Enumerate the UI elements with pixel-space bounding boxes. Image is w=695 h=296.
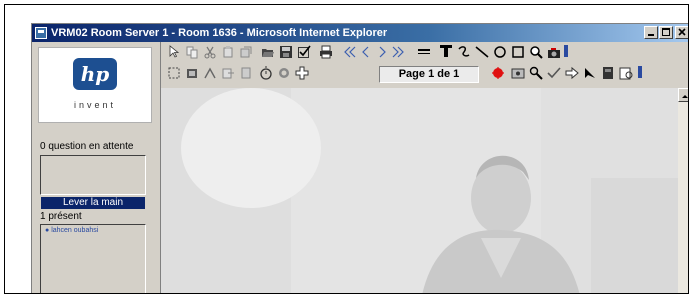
close-icon (678, 28, 686, 36)
minimize-icon (648, 34, 654, 36)
first-page-icon[interactable] (343, 45, 357, 59)
logo-text: hp (81, 62, 110, 86)
magnify-icon[interactable] (529, 66, 543, 80)
rectangle-icon[interactable] (511, 45, 525, 59)
cut-icon[interactable] (203, 45, 217, 59)
settings-icon[interactable] (277, 66, 291, 80)
print-icon[interactable] (319, 45, 333, 59)
ellipse-icon[interactable] (493, 45, 507, 59)
more-tools-icon[interactable] (637, 65, 643, 79)
window-title: VRM02 Room Server 1 - Room 1636 - Micros… (51, 27, 388, 39)
save-icon[interactable] (279, 45, 293, 59)
paste-icon[interactable] (221, 45, 235, 59)
screenshot-frame: VRM02 Room Server 1 - Room 1636 - Micros… (4, 4, 689, 294)
screenshot-icon[interactable] (511, 66, 525, 80)
import-icon[interactable] (239, 66, 253, 80)
stamp-icon[interactable] (185, 66, 199, 80)
export-icon[interactable] (221, 66, 235, 80)
question-queue-list[interactable] (40, 155, 146, 195)
last-page-icon[interactable] (391, 45, 405, 59)
book-icon[interactable] (601, 66, 615, 80)
timer-icon[interactable] (259, 66, 273, 80)
preview-icon[interactable] (619, 66, 633, 80)
maximize-icon (662, 28, 670, 36)
close-button[interactable] (675, 26, 688, 39)
participant-list[interactable]: ● lahcen oubahsi (40, 224, 146, 293)
checklist-icon[interactable] (297, 45, 311, 59)
queue-label: 0 question en attente (40, 141, 134, 152)
zoom-icon[interactable] (529, 45, 543, 59)
add-icon[interactable] (295, 66, 309, 80)
copy-icon[interactable] (185, 45, 199, 59)
browser-window: VRM02 Room Server 1 - Room 1636 - Micros… (31, 23, 688, 293)
pointer-arrow-icon[interactable] (583, 66, 597, 80)
scroll-up-button[interactable] (678, 88, 688, 102)
whiteboard-area[interactable] (161, 88, 678, 293)
ie-app-icon (35, 27, 47, 39)
highlight-red-icon[interactable] (491, 66, 505, 80)
open-folder-icon[interactable] (261, 45, 275, 59)
toolbar: Page 1 de 1 (161, 42, 688, 88)
raise-hand-button[interactable]: Lever la main (41, 197, 145, 209)
page-indicator: Page 1 de 1 (379, 66, 479, 83)
invent-tagline: invent (73, 100, 117, 110)
arrow-icon[interactable] (565, 66, 579, 80)
hp-logo: hp (73, 58, 117, 90)
line-width-icon[interactable] (417, 45, 431, 59)
camera-icon[interactable] (547, 45, 561, 59)
check-mark-icon[interactable] (547, 66, 561, 80)
next-page-icon[interactable] (375, 45, 389, 59)
presenter-video-image (161, 88, 678, 293)
select-area-icon[interactable] (167, 66, 181, 80)
left-panel: hp invent 0 question en attente Lever la… (32, 42, 161, 293)
present-count-label: 1 présent (40, 211, 82, 222)
maximize-button[interactable] (659, 26, 673, 39)
text-icon[interactable] (439, 44, 453, 58)
title-bar: VRM02 Room Server 1 - Room 1636 - Micros… (32, 24, 688, 42)
freehand-icon[interactable] (457, 45, 471, 59)
participant-item[interactable]: ● lahcen oubahsi (45, 227, 98, 234)
pointer-icon[interactable] (167, 45, 181, 59)
line-icon[interactable] (475, 45, 489, 59)
previous-page-icon[interactable] (359, 45, 373, 59)
chevron-up-icon (682, 95, 688, 98)
participant-name: lahcen oubahsi (51, 227, 99, 234)
minimize-button[interactable] (644, 26, 658, 39)
crop-icon[interactable] (203, 66, 217, 80)
vertical-scrollbar[interactable] (678, 88, 688, 293)
logo-box: hp invent (38, 47, 152, 123)
more-tools-icon[interactable] (563, 44, 569, 58)
duplicate-icon[interactable] (239, 45, 253, 59)
